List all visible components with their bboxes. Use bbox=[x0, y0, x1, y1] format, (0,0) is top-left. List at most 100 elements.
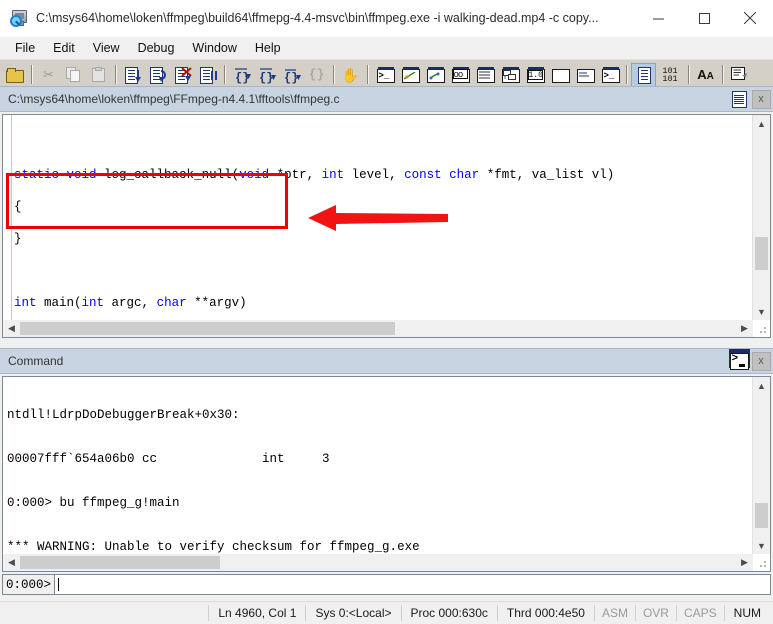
source-pane-title: C:\msys64\home\loken\ffmpeg\FFmpeg-n4.4.… bbox=[8, 92, 340, 106]
toolbar-separator bbox=[31, 65, 32, 84]
memory-window-icon[interactable] bbox=[472, 63, 497, 87]
status-line-col: Ln 4960, Col 1 bbox=[208, 605, 305, 621]
step-into-icon[interactable] bbox=[120, 63, 145, 87]
command-browser-icon[interactable]: >_ bbox=[597, 63, 622, 87]
command-line: 00007fff`654a06b0 cc int 3 bbox=[7, 451, 330, 466]
toolbar-separator bbox=[722, 65, 723, 84]
resize-grip[interactable] bbox=[755, 556, 769, 570]
svg-text:{}: {} bbox=[284, 71, 298, 84]
source-horizontal-scrollbar[interactable]: ◀ ▶ bbox=[3, 320, 753, 337]
status-system: Sys 0:<Local> bbox=[305, 605, 400, 621]
scroll-up-icon[interactable]: ▲ bbox=[753, 377, 770, 394]
source-document-icon[interactable] bbox=[729, 89, 749, 109]
toolbar-separator bbox=[626, 65, 627, 84]
source-code-lines: static void log_callback_null(void *ptr,… bbox=[3, 151, 770, 337]
status-num: NUM bbox=[723, 605, 773, 621]
status-thread: Thrd 000:4e50 bbox=[496, 605, 594, 621]
svg-text:{}: {} bbox=[235, 71, 249, 84]
code-line: static void log_callback_null(void *ptr,… bbox=[14, 168, 615, 182]
toolbar-separator bbox=[333, 65, 334, 84]
resize-grip[interactable] bbox=[755, 322, 769, 336]
source-vscroll-thumb[interactable] bbox=[755, 237, 768, 270]
command-line: ntdll!LdrpDoDebuggerBreak+0x30: bbox=[7, 408, 240, 423]
command-line: *** WARNING: Unable to verify checksum f… bbox=[7, 539, 420, 554]
trace-disabled-icon[interactable]: {} bbox=[304, 63, 329, 87]
command-line: 0:000> bu ffmpeg_g!main bbox=[7, 495, 180, 510]
status-bar: Ln 4960, Col 1 Sys 0:<Local> Proc 000:63… bbox=[0, 601, 773, 624]
processes-window-icon[interactable] bbox=[572, 63, 597, 87]
source-hscroll-thumb[interactable] bbox=[20, 322, 395, 335]
menu-item-file[interactable]: File bbox=[6, 38, 44, 58]
menu-item-help[interactable]: Help bbox=[246, 38, 290, 58]
command-vscroll-thumb[interactable] bbox=[755, 503, 768, 528]
toolbar-separator bbox=[224, 65, 225, 84]
locals-window-icon[interactable] bbox=[422, 63, 447, 87]
menu-bar: File Edit View Debug Window Help bbox=[0, 37, 773, 60]
menu-item-edit[interactable]: Edit bbox=[44, 38, 84, 58]
text-caret bbox=[58, 578, 60, 591]
source-hscroll-track[interactable] bbox=[20, 320, 736, 337]
font-icon[interactable]: AA bbox=[693, 63, 718, 87]
menu-item-window[interactable]: Window bbox=[183, 38, 245, 58]
source-gutter[interactable] bbox=[3, 115, 12, 337]
window-controls bbox=[635, 0, 773, 36]
source-code[interactable]: static void log_callback_null(void *ptr,… bbox=[3, 115, 770, 337]
scroll-right-icon[interactable]: ▶ bbox=[736, 323, 753, 334]
close-button[interactable] bbox=[727, 0, 773, 36]
disassembly-window-icon[interactable]: 1.0 bbox=[522, 63, 547, 87]
source-mode-icon[interactable] bbox=[631, 62, 656, 87]
toolbar-separator bbox=[115, 65, 116, 84]
code-line: { bbox=[14, 200, 22, 214]
maximize-button[interactable] bbox=[681, 0, 727, 36]
options-icon[interactable] bbox=[727, 63, 752, 87]
trace-over-icon[interactable]: {} bbox=[254, 63, 279, 87]
calls-window-icon[interactable] bbox=[497, 63, 522, 87]
menu-item-view[interactable]: View bbox=[84, 38, 129, 58]
svg-text:{}: {} bbox=[259, 71, 273, 84]
command-pane: Command x ntdll!LdrpDoDebuggerBreak+0x30… bbox=[0, 348, 773, 602]
scratch-window-icon[interactable] bbox=[547, 63, 572, 87]
source-pane-close-button[interactable]: x bbox=[751, 89, 771, 109]
status-asm: ASM bbox=[593, 605, 635, 621]
command-output-text[interactable]: ntdll!LdrpDoDebuggerBreak+0x30: 00007fff… bbox=[3, 377, 770, 571]
step-out-icon[interactable] bbox=[170, 63, 195, 87]
code-line: } bbox=[14, 232, 22, 246]
scroll-right-icon[interactable]: ▶ bbox=[736, 557, 753, 568]
cut-icon[interactable]: ✂ bbox=[36, 63, 61, 87]
command-hscroll-thumb[interactable] bbox=[20, 556, 220, 569]
menu-item-debug[interactable]: Debug bbox=[129, 38, 184, 58]
source-vertical-scrollbar[interactable]: ▲ ▼ bbox=[752, 115, 770, 320]
trace-into-icon[interactable]: {} bbox=[229, 63, 254, 87]
scroll-up-icon[interactable]: ▲ bbox=[753, 115, 770, 132]
command-vertical-scrollbar[interactable]: ▲ ▼ bbox=[752, 377, 770, 554]
binary-mode-icon[interactable]: 101 101 bbox=[656, 63, 684, 87]
registers-window-icon[interactable]: oo bbox=[447, 63, 472, 87]
toolbar-separator bbox=[688, 65, 689, 84]
copy-icon[interactable] bbox=[61, 63, 86, 87]
command-output-body[interactable]: ntdll!LdrpDoDebuggerBreak+0x30: 00007fff… bbox=[2, 376, 771, 572]
open-file-icon[interactable] bbox=[2, 63, 27, 87]
minimize-button[interactable] bbox=[635, 0, 681, 36]
command-horizontal-scrollbar[interactable]: ◀ ▶ bbox=[3, 554, 753, 571]
scroll-down-icon[interactable]: ▼ bbox=[753, 537, 770, 554]
scroll-left-icon[interactable]: ◀ bbox=[3, 323, 20, 334]
window-titlebar: C:\msys64\home\loken\ffmpeg\build64\ffme… bbox=[0, 0, 773, 37]
command-window-icon[interactable]: >_ bbox=[372, 63, 397, 87]
break-hand-icon[interactable]: ✋ bbox=[338, 63, 363, 87]
break-icon[interactable] bbox=[195, 63, 220, 87]
scroll-down-icon[interactable]: ▼ bbox=[753, 303, 770, 320]
source-pane-body[interactable]: static void log_callback_null(void *ptr,… bbox=[2, 114, 771, 338]
window-title: C:\msys64\home\loken\ffmpeg\build64\ffme… bbox=[36, 11, 599, 25]
command-hscroll-track[interactable] bbox=[20, 554, 736, 571]
toolbar-separator bbox=[367, 65, 368, 84]
trace-out-icon[interactable]: {} bbox=[279, 63, 304, 87]
step-over-icon[interactable] bbox=[145, 63, 170, 87]
command-input[interactable] bbox=[54, 574, 771, 595]
scroll-left-icon[interactable]: ◀ bbox=[3, 557, 20, 568]
watch-window-icon[interactable] bbox=[397, 63, 422, 87]
command-pane-header: Command x bbox=[0, 348, 773, 374]
paste-icon[interactable] bbox=[86, 63, 111, 87]
command-pane-close-button[interactable]: x bbox=[751, 351, 771, 371]
command-window-icon[interactable] bbox=[729, 351, 749, 371]
status-caps: CAPS bbox=[675, 605, 724, 621]
